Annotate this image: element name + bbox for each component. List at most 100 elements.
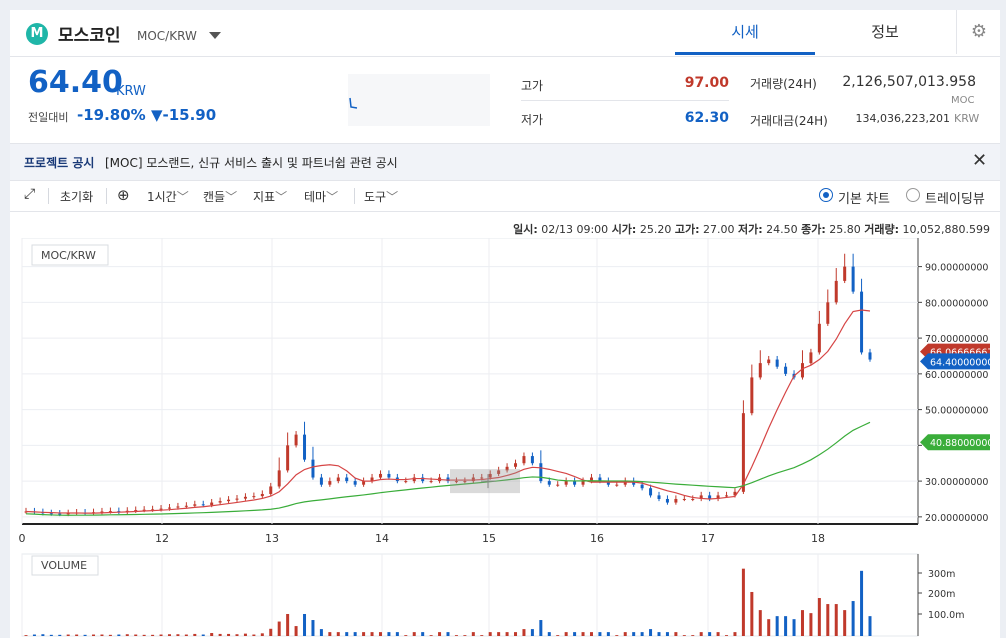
interval-select[interactable]: 1시간﹀ xyxy=(147,188,189,205)
candle-body xyxy=(184,505,188,507)
volume-bar xyxy=(640,632,644,636)
volume-bar xyxy=(286,613,290,636)
volume-bar xyxy=(649,629,653,636)
volume-plot-area xyxy=(21,553,919,637)
price-unit: KRW xyxy=(116,84,146,99)
volume-bar xyxy=(218,633,222,636)
volume-bar xyxy=(446,632,450,636)
globe-icon[interactable]: ⊕ xyxy=(117,186,130,204)
volume-legend: VOLUME xyxy=(41,559,87,572)
high-label: 고가 xyxy=(521,79,544,93)
basic-chart-radio[interactable] xyxy=(819,188,833,202)
candle-body xyxy=(277,470,281,487)
volume-bar xyxy=(294,626,298,636)
expand-icon[interactable]: ⤢ xyxy=(24,186,35,202)
change-value: -15.90 xyxy=(162,106,217,124)
volume-bar xyxy=(868,616,872,636)
mini-chart xyxy=(348,74,490,126)
tools-menu[interactable]: 도구﹀ xyxy=(364,188,398,205)
amount-label: 거래대금(24H) xyxy=(750,114,828,128)
low-value: 62.30 xyxy=(684,110,729,126)
candle-body xyxy=(767,359,771,364)
ma-tag: 40.88000000 xyxy=(930,438,993,449)
volume-bar xyxy=(134,634,138,636)
volume-bar xyxy=(708,632,712,636)
volume-bar xyxy=(733,632,737,636)
reset-button[interactable]: 초기화 xyxy=(60,188,93,205)
y-tick-label: 90.00000000 xyxy=(925,263,988,274)
ohlc-open-label: 시가: xyxy=(611,223,637,236)
tab-info[interactable]: 정보 xyxy=(815,10,955,54)
candle-body xyxy=(286,445,290,471)
candle-body xyxy=(353,481,357,485)
indicator-menu[interactable]: 지표﹀ xyxy=(253,188,287,205)
project-notice[interactable]: 프로젝트 공시 [MOC] 모스랜드, 신규 서비스 출시 및 파트너쉽 관련 … xyxy=(10,143,1000,181)
candle-body xyxy=(657,495,661,499)
trading-view-label[interactable]: 트레이딩뷰 xyxy=(925,188,985,207)
toolbar-divider xyxy=(106,188,107,204)
volume-bar xyxy=(623,632,627,636)
notice-text[interactable]: [MOC] 모스랜드, 신규 서비스 출시 및 파트너쉽 관련 공시 xyxy=(105,154,398,171)
x-tick-label: 0 xyxy=(19,532,26,545)
volume-bar xyxy=(606,632,610,636)
coin-dropdown-icon[interactable] xyxy=(209,32,221,39)
x-tick-label: 12 xyxy=(155,532,169,545)
candle-body xyxy=(539,463,543,482)
mini-chart-line xyxy=(349,97,358,109)
volume-bar xyxy=(665,632,669,636)
volume-bar xyxy=(395,632,399,636)
candle-body xyxy=(260,493,264,497)
candle-body xyxy=(775,359,779,367)
low-label: 저가 xyxy=(521,113,544,127)
coin-name[interactable]: 모스코인 xyxy=(58,21,121,46)
candle-body xyxy=(319,477,323,485)
candle-body xyxy=(547,481,551,485)
volume-bar xyxy=(243,633,247,636)
volume-bar xyxy=(75,634,79,636)
settings-gear-icon[interactable]: ⚙ xyxy=(956,10,1000,54)
basic-chart-label[interactable]: 기본 차트 xyxy=(838,188,890,207)
close-icon[interactable]: ✕ xyxy=(972,150,987,171)
candle-body xyxy=(615,484,619,486)
tab-market[interactable]: 시세 xyxy=(675,10,815,55)
candle-body xyxy=(404,481,408,483)
candle-body xyxy=(514,463,518,467)
volume-bar xyxy=(539,620,543,636)
theme-menu[interactable]: 테마﹀ xyxy=(304,188,338,205)
volume-bar xyxy=(674,632,678,636)
volume-bar xyxy=(311,620,315,636)
header: M 모스코인 MOC/KRW 시세 정보 ⚙ xyxy=(10,10,1000,57)
volume-bar xyxy=(142,634,146,636)
volume-bar xyxy=(497,632,501,636)
candle-body xyxy=(556,484,560,486)
candle-body xyxy=(725,495,729,497)
volume-tick-label: 200m xyxy=(928,589,955,600)
candle-body xyxy=(750,377,754,414)
price-chart[interactable]: 20.0000000030.0000000040.0000000050.0000… xyxy=(10,238,1000,638)
volume-bar xyxy=(353,632,357,636)
candle-body xyxy=(640,484,644,489)
market-pair[interactable]: MOC/KRW xyxy=(137,29,197,43)
volume-unit: MOC xyxy=(951,95,975,106)
current-price-tag: 64.40000000 xyxy=(930,357,993,368)
volume-bar xyxy=(100,634,104,636)
candle-body xyxy=(193,504,197,506)
candle-body xyxy=(860,291,864,353)
volume-bar xyxy=(750,591,754,636)
volume-bar xyxy=(58,634,62,636)
volume-bar xyxy=(184,634,188,636)
candle-body xyxy=(758,363,762,378)
y-tick-label: 60.00000000 xyxy=(925,370,988,381)
volume-bar xyxy=(792,619,796,636)
ohlc-high: 27.00 xyxy=(702,223,735,236)
candle-menu[interactable]: 캔들﹀ xyxy=(203,188,237,205)
trading-view-radio[interactable] xyxy=(906,188,920,202)
volume-bar xyxy=(303,613,307,636)
volume-bar xyxy=(210,633,214,636)
candle-body xyxy=(311,459,315,478)
x-tick-label: 17 xyxy=(701,532,715,545)
candle-body xyxy=(530,456,534,464)
volume-bar xyxy=(41,634,45,636)
volume-bar xyxy=(505,632,509,636)
y-tick-label: 80.00000000 xyxy=(925,298,988,309)
